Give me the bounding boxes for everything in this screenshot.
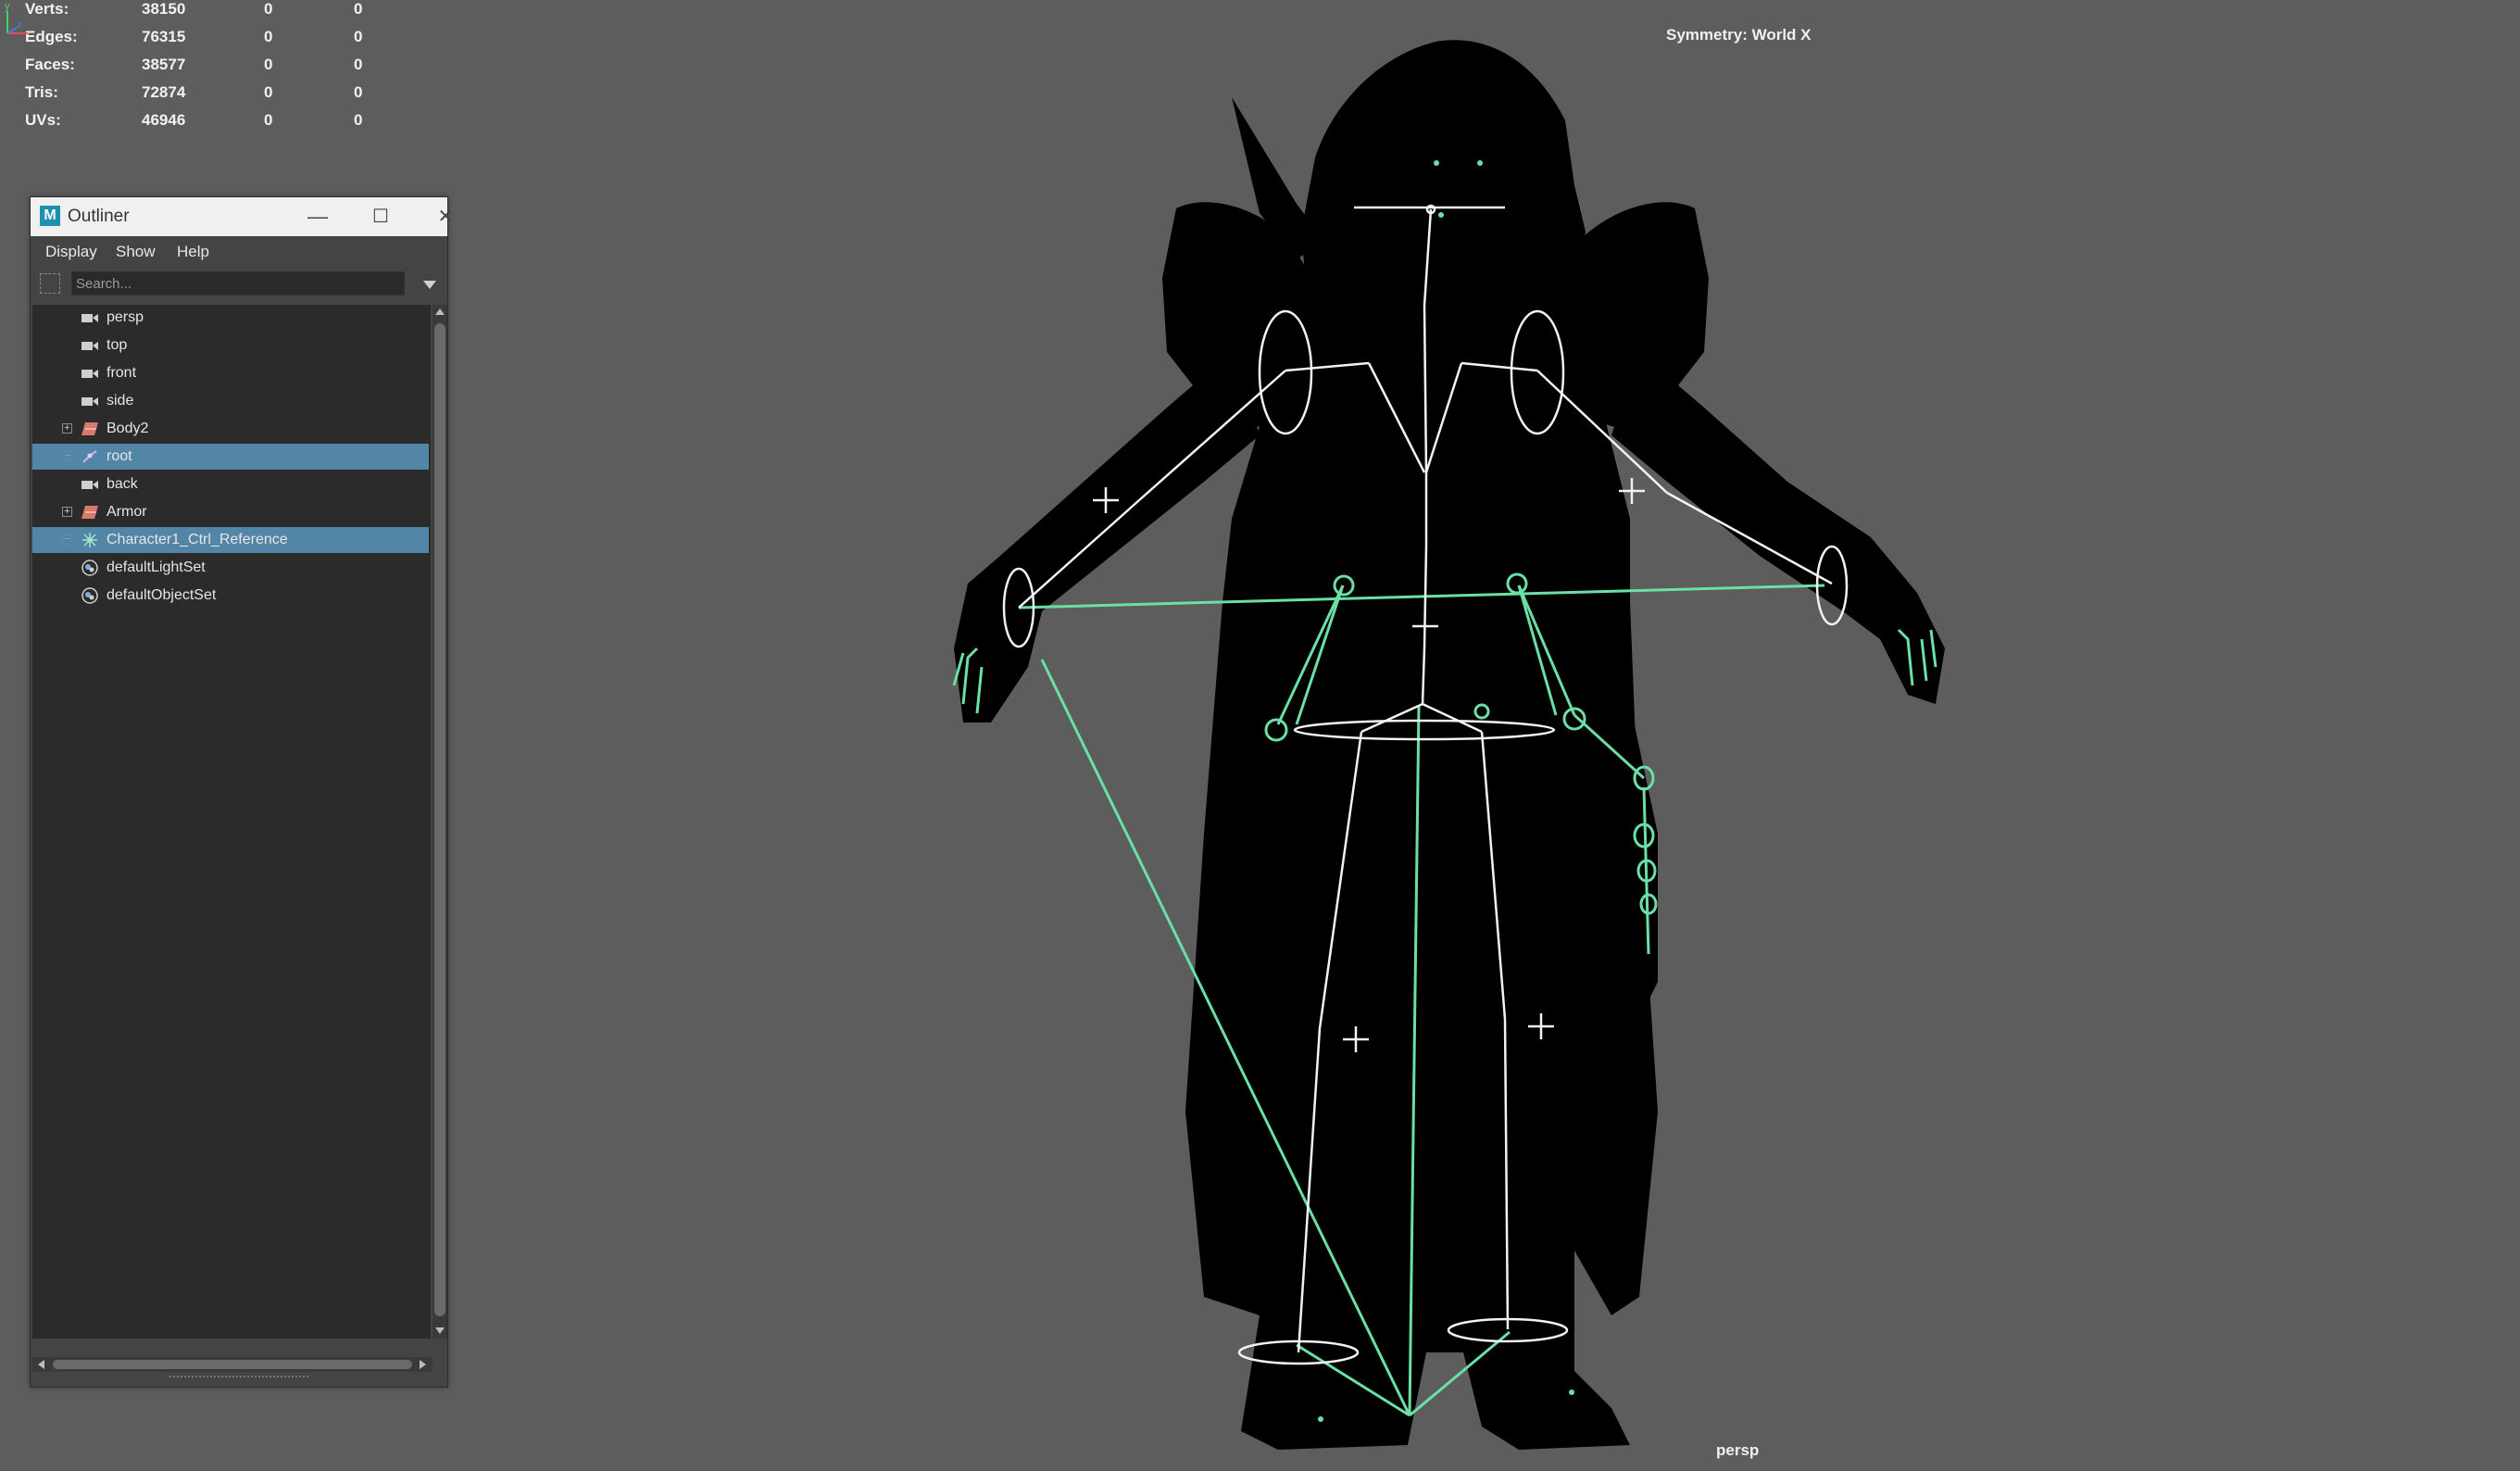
outliner-item-defaultlightset[interactable]: defaultLightSet bbox=[32, 555, 429, 581]
window-title: Outliner bbox=[68, 207, 130, 226]
set-icon bbox=[81, 559, 99, 576]
outliner-item-label: defaultObjectSet bbox=[107, 587, 217, 603]
outliner-item-label: Character1_Ctrl_Reference bbox=[107, 532, 288, 547]
menu-help[interactable]: Help bbox=[177, 243, 209, 261]
maya-logo-icon: M bbox=[40, 206, 60, 226]
hud-value: 38150 bbox=[142, 0, 186, 18]
set-icon bbox=[81, 587, 99, 604]
outliner-item-character1-ctrl-reference[interactable]: − Character1_Ctrl_Reference bbox=[32, 527, 429, 553]
outliner-item-label: root bbox=[107, 448, 132, 464]
resize-grip[interactable] bbox=[169, 1376, 308, 1383]
outliner-item-defaultobjectset[interactable]: defaultObjectSet bbox=[32, 583, 429, 609]
outliner-item-label: Body2 bbox=[107, 421, 149, 436]
hud-comp: 0 bbox=[354, 56, 363, 73]
camera-icon bbox=[81, 476, 99, 493]
outliner-item-label: Armor bbox=[107, 504, 147, 520]
vertical-scroll-thumb[interactable] bbox=[434, 323, 445, 1316]
ctrl-reference-icon bbox=[81, 532, 99, 548]
hud-comp: 0 bbox=[354, 111, 363, 129]
filter-icon[interactable] bbox=[40, 273, 60, 294]
collapse-minus-icon[interactable]: − bbox=[62, 451, 72, 461]
mesh-icon bbox=[81, 504, 99, 521]
hud-value: 38577 bbox=[142, 56, 186, 73]
scroll-left-arrow-icon[interactable] bbox=[38, 1360, 44, 1369]
outliner-item-label: side bbox=[107, 393, 134, 409]
outliner-titlebar[interactable]: M Outliner — ☐ ✕ bbox=[31, 197, 453, 236]
mesh-icon bbox=[81, 421, 99, 437]
outliner-item-label: front bbox=[107, 365, 137, 381]
outliner-item-top[interactable]: top bbox=[32, 333, 429, 358]
outliner-item-label: top bbox=[107, 337, 128, 353]
hud-sel: 0 bbox=[264, 111, 273, 129]
menu-display[interactable]: Display bbox=[45, 243, 97, 261]
symmetry-indicator: Symmetry: World X bbox=[1666, 26, 1812, 44]
outliner-window[interactable]: M Outliner — ☐ ✕ Display Show Help persp… bbox=[30, 196, 453, 1388]
hud-sel: 0 bbox=[264, 0, 273, 18]
outliner-item-label: back bbox=[107, 476, 138, 492]
camera-icon bbox=[81, 393, 99, 409]
maximize-button[interactable]: ☐ bbox=[364, 203, 397, 231]
outliner-item-armor[interactable]: + Armor bbox=[32, 499, 429, 525]
vertical-scrollbar[interactable] bbox=[433, 305, 447, 1339]
hud-label: Tris: bbox=[25, 83, 58, 101]
outliner-item-side[interactable]: side bbox=[32, 388, 429, 414]
hud-value: 46946 bbox=[142, 111, 186, 129]
camera-icon bbox=[81, 309, 99, 326]
outliner-item-body2[interactable]: + Body2 bbox=[32, 416, 429, 442]
menu-show[interactable]: Show bbox=[116, 243, 156, 261]
scroll-up-arrow-icon[interactable] bbox=[435, 308, 445, 315]
outliner-item-back[interactable]: back bbox=[32, 471, 429, 497]
hud-sel: 0 bbox=[264, 56, 273, 73]
hud-sel: 0 bbox=[264, 83, 273, 101]
camera-icon bbox=[81, 337, 99, 354]
collapse-minus-icon[interactable]: − bbox=[62, 534, 72, 545]
axis-z-label: z bbox=[17, 19, 22, 31]
joint-icon bbox=[81, 448, 99, 465]
outliner-item-persp[interactable]: persp bbox=[32, 305, 429, 331]
expand-plus-icon[interactable]: + bbox=[62, 423, 72, 434]
hud-comp: 0 bbox=[354, 28, 363, 45]
search-input[interactable] bbox=[71, 271, 405, 295]
hud-label: UVs: bbox=[25, 111, 61, 129]
outliner-menubar: Display Show Help bbox=[31, 236, 447, 266]
outliner-item-label: persp bbox=[107, 309, 144, 325]
hud-label: Faces: bbox=[25, 56, 75, 73]
expand-plus-icon[interactable]: + bbox=[62, 507, 72, 517]
minimize-button[interactable]: — bbox=[301, 203, 334, 231]
hud-value: 72874 bbox=[142, 83, 186, 101]
hud-sel: 0 bbox=[264, 28, 273, 45]
search-dropdown-arrow-icon[interactable] bbox=[423, 281, 436, 289]
character-silhouette bbox=[954, 40, 1945, 1450]
axis-y-label: y bbox=[5, 1, 10, 12]
hud-comp: 0 bbox=[354, 83, 363, 101]
horizontal-scrollbar[interactable] bbox=[32, 1357, 433, 1372]
horizontal-scroll-thumb[interactable] bbox=[53, 1360, 412, 1369]
scroll-right-arrow-icon[interactable] bbox=[420, 1360, 426, 1369]
camera-icon bbox=[81, 365, 99, 382]
close-button[interactable]: ✕ bbox=[429, 203, 462, 231]
outliner-item-root[interactable]: − root bbox=[32, 444, 429, 470]
outliner-item-front[interactable]: front bbox=[32, 360, 429, 386]
outliner-search-bar bbox=[31, 268, 447, 299]
scroll-down-arrow-icon[interactable] bbox=[435, 1327, 445, 1334]
outliner-item-label: defaultLightSet bbox=[107, 559, 206, 575]
axis-gizmo: y z bbox=[5, 1, 28, 34]
hud-value: 76315 bbox=[142, 28, 186, 45]
hud-comp: 0 bbox=[354, 0, 363, 18]
outliner-tree[interactable]: persp top front side + Body2 − root back + Armor − C… bbox=[32, 305, 431, 1339]
camera-name-label: persp bbox=[1716, 1441, 1760, 1459]
